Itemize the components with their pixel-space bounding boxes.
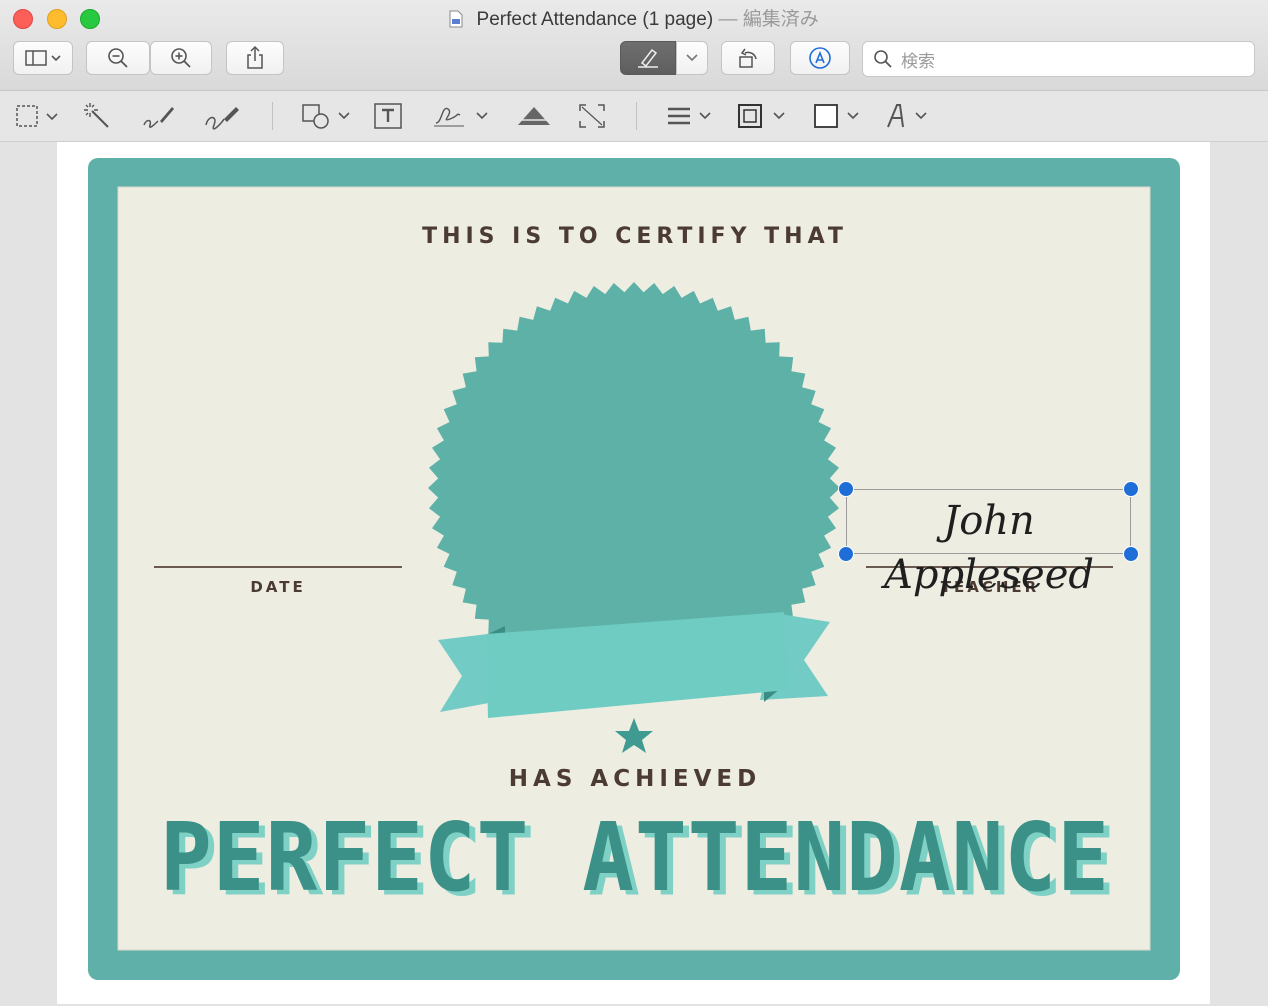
preview-window: Perfect Attendance (1 page) — 編集済み 検索 TH… bbox=[0, 0, 1268, 1006]
resize-handle-bottom-right[interactable] bbox=[1123, 546, 1139, 562]
signature-annotation[interactable]: John Appleseed bbox=[850, 494, 1128, 598]
achieved-label: HAS ACHIEVED bbox=[508, 766, 762, 792]
award-title: PERFECT ATTENDANCE bbox=[160, 803, 1110, 913]
resize-handle-top-right[interactable] bbox=[1123, 481, 1139, 497]
certificate-heading: THIS IS TO CERTIFY THAT bbox=[422, 224, 848, 249]
resize-handle-top-left[interactable] bbox=[838, 481, 854, 497]
resize-handle-bottom-left[interactable] bbox=[838, 546, 854, 562]
date-label: DATE bbox=[250, 578, 306, 596]
